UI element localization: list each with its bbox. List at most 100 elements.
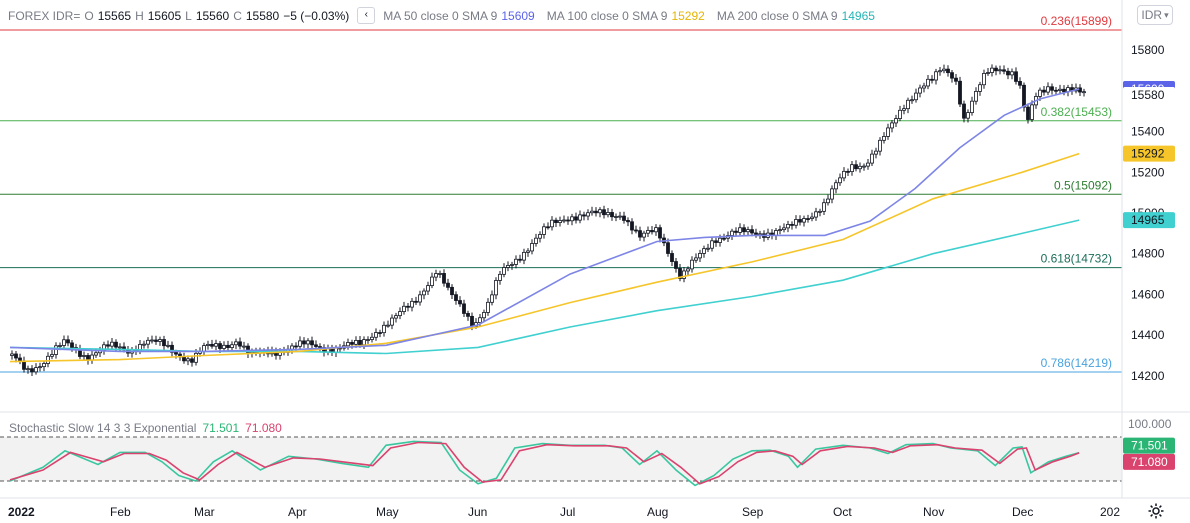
candle-body <box>858 165 862 170</box>
candle-body <box>782 227 786 231</box>
candle-body <box>10 353 14 356</box>
candle-body <box>534 237 538 244</box>
candle-body <box>114 341 118 348</box>
candle-body <box>1082 91 1086 94</box>
candle-body <box>58 345 62 347</box>
candle-body <box>602 209 606 216</box>
candle-body <box>106 344 110 347</box>
candle-body <box>714 240 718 243</box>
candle-body <box>194 352 198 363</box>
candle-body <box>410 300 414 308</box>
candle-body <box>654 227 658 233</box>
stochastic-axis-top: 100.000 <box>1128 417 1172 431</box>
candle-body <box>562 219 566 222</box>
candle-body <box>586 212 590 217</box>
price-candles <box>10 64 1086 377</box>
candle-body <box>906 99 910 110</box>
candle-body <box>938 70 942 73</box>
candle-body <box>310 340 314 346</box>
candle-body <box>594 210 598 214</box>
candle-body <box>374 332 378 338</box>
candle-body <box>154 339 158 342</box>
candle-body <box>962 103 966 119</box>
candle-body <box>1026 106 1030 120</box>
candle-body <box>386 324 390 327</box>
candle-body <box>946 68 950 74</box>
candle-body <box>394 315 398 319</box>
candle-body <box>610 212 614 218</box>
price-tag-label: 14965 <box>1131 213 1165 227</box>
fib-label: 0.5(15092) <box>1054 178 1112 192</box>
candle-body <box>358 340 362 346</box>
candle-body <box>1038 89 1042 97</box>
candle-body <box>882 136 886 141</box>
candle-body <box>974 91 978 102</box>
candle-body <box>486 301 490 313</box>
candle-body <box>986 72 990 74</box>
time-tick-label: Apr <box>288 505 307 519</box>
candle-body <box>118 346 122 349</box>
moving-averages <box>9 88 1080 363</box>
candle-body <box>826 198 830 204</box>
ma50-label: MA 50 close 0 SMA 9 <box>383 8 498 23</box>
candle-body <box>1002 69 1006 72</box>
candle-body <box>1030 104 1034 120</box>
gear-icon[interactable] <box>1147 502 1165 520</box>
change-value: −5 (−0.03%) <box>283 8 350 23</box>
candle-body <box>518 258 522 261</box>
candle-body <box>482 312 486 319</box>
candle-body <box>506 265 510 268</box>
candle-body <box>802 218 806 223</box>
candle-body <box>878 139 882 152</box>
candle-body <box>674 261 678 269</box>
stochastic-tag-label: 71.501 <box>1131 439 1168 453</box>
candle-body <box>754 232 758 235</box>
candle-body <box>998 69 1002 72</box>
candle-body <box>1006 70 1010 76</box>
candle-body <box>454 294 458 301</box>
fib-label: 0.236(15899) <box>1041 14 1112 28</box>
time-tick-label: Jun <box>468 505 487 519</box>
candle-body <box>842 170 846 179</box>
stochastic-name: Stochastic Slow 14 3 3 Exponential <box>9 421 197 435</box>
candle-body <box>182 356 186 362</box>
collapse-legend-icon[interactable]: ‹ <box>357 7 376 24</box>
candle-body <box>806 218 810 220</box>
stochastic-band <box>0 437 1122 481</box>
stochastic-k-value: 71.501 <box>202 421 240 435</box>
candle-body <box>734 230 738 233</box>
candle-body <box>542 226 546 235</box>
price-tick-label: 15200 <box>1131 165 1165 179</box>
candle-body <box>626 220 630 223</box>
candle-body <box>362 339 366 346</box>
chart-canvas[interactable]: 0.236(15899) 0.382(15453) 0.5(15092) 0.618(… <box>0 0 1190 523</box>
candle-body <box>406 305 410 308</box>
candle-body <box>346 342 350 347</box>
price-tick-label: 14200 <box>1131 369 1165 383</box>
candle-body <box>382 324 386 334</box>
candle-body <box>1042 89 1046 93</box>
candle-body <box>186 358 190 362</box>
ma200-value: 14965 <box>841 8 875 23</box>
candle-body <box>426 285 430 292</box>
candle-body <box>514 258 518 265</box>
candle-body <box>470 315 474 327</box>
candle-body <box>306 340 310 345</box>
candle-body <box>950 72 954 79</box>
candle-body <box>558 220 562 223</box>
candle-body <box>786 224 790 229</box>
candle-body <box>794 219 798 226</box>
candle-body <box>958 80 962 105</box>
time-tick-label: May <box>376 505 399 519</box>
candle-body <box>702 248 706 254</box>
candle-body <box>918 87 922 94</box>
price-tick-label: 15800 <box>1131 43 1165 57</box>
candle-body <box>670 253 674 262</box>
candle-body <box>910 99 914 102</box>
candle-body <box>390 317 394 326</box>
candle-body <box>1054 89 1058 92</box>
candle-body <box>350 342 354 345</box>
currency-scale-button[interactable]: IDR ▾ <box>1137 5 1173 25</box>
candle-body <box>110 341 114 347</box>
candle-body <box>778 229 782 232</box>
